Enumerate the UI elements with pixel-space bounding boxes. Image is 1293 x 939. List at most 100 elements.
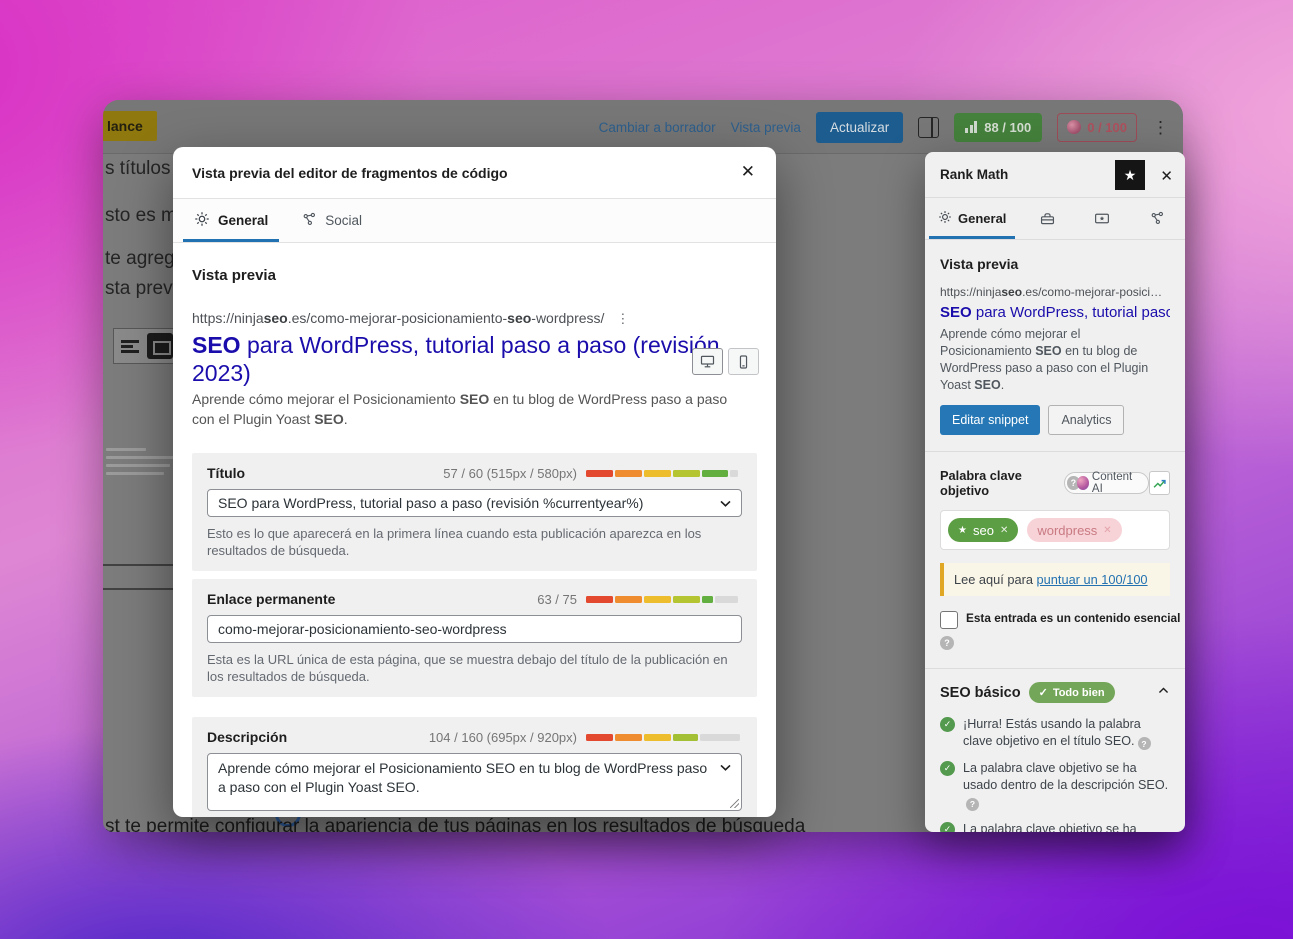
keyword-tag-label: wordpress [1037, 523, 1097, 538]
notice-text: Lee aquí para [954, 572, 1037, 587]
content-ai-score-value: 0 / 100 [1087, 120, 1127, 135]
snippet-editor-modal: Vista previa del editor de fragmentos de… [173, 147, 776, 817]
seo-basico-title: SEO básico [940, 685, 1021, 701]
editor-toolbar-right: Cambiar a borrador Vista previa Actualiz… [599, 100, 1169, 154]
enlace-input[interactable] [208, 616, 741, 642]
modal-body: Vista previa https://ninjaseo.es/como-me… [173, 243, 776, 817]
help-icon[interactable]: ? [940, 636, 954, 650]
seo-score-badge[interactable]: 88 / 100 [954, 113, 1042, 142]
tab-general[interactable]: General [177, 199, 285, 242]
descripcion-textarea[interactable]: Aprende cómo mejorar el Posicionamiento … [208, 754, 741, 810]
sidebar-header: Rank Math ★ ✕ [925, 152, 1185, 198]
help-icon[interactable]: ? [1138, 737, 1151, 750]
remove-tag-icon[interactable]: ✕ [1103, 525, 1111, 536]
serp-title: SEO para WordPress, tutorial paso a paso… [192, 331, 757, 387]
all-good-label: Todo bien [1053, 687, 1105, 699]
field-titulo: Título 57 / 60 (515px / 580px) Esto es l… [192, 453, 757, 571]
check-circle-icon: ✓ [940, 717, 955, 732]
all-good-badge: ✓ Todo bien [1029, 682, 1115, 703]
options-kebab-icon[interactable]: ⋮ [1152, 119, 1169, 136]
sidebar-serp-url: https://ninjaseo.es/como-mejorar-posici… [940, 285, 1170, 299]
bar-chart-icon [965, 121, 977, 133]
divider [103, 564, 173, 566]
edit-snippet-button[interactable]: Editar snippet [940, 405, 1040, 435]
chevron-down-icon[interactable] [718, 496, 733, 516]
check-icon: ✓ [1039, 686, 1048, 699]
titulo-input[interactable] [208, 490, 741, 516]
pillar-checkbox[interactable] [940, 611, 958, 629]
titulo-help: Esto es lo que aparecerá en la primera l… [207, 525, 742, 559]
keyword-tags-input[interactable]: ★ seo ✕ wordpress ✕ [940, 510, 1170, 550]
sidebar-tab-schema[interactable] [1075, 198, 1130, 239]
sidebar-tab-social[interactable] [1130, 198, 1185, 239]
sidebar-content: Vista previa https://ninjaseo.es/como-me… [925, 256, 1185, 832]
focus-keyword-row: Palabra clave objetivo ? Content AI [940, 468, 1170, 498]
modal-tabs: General Social [173, 199, 776, 243]
keyword-tag-seo: ★ seo ✕ [948, 518, 1018, 542]
preview-heading: Vista previa [192, 267, 757, 284]
seo-checklist: ✓ ¡Hurra! Estás usando la palabra clave … [940, 716, 1170, 832]
modal-header: Vista previa del editor de fragmentos de… [173, 147, 776, 199]
page-background: lance Cambiar a borrador Vista previa Ac… [0, 0, 1293, 939]
tab-general-label: General [218, 213, 268, 228]
balance-button[interactable]: lance [103, 111, 157, 141]
field-enlace: Enlace permanente 63 / 75 Esta es la URL… [192, 579, 757, 697]
titulo-score-bar [586, 470, 742, 477]
descripcion-input-wrap: Aprende cómo mejorar el Posicionamiento … [207, 753, 742, 811]
pillar-content-row: Esta entrada es un contenido esencial [940, 611, 1170, 629]
help-icon[interactable]: ? [966, 798, 979, 811]
field-descripcion: Descripción 104 / 160 (695px / 920px) Ap… [192, 717, 757, 817]
rank-math-sidebar: Rank Math ★ ✕ General Vista previa [925, 152, 1185, 832]
enlace-counter: 63 / 75 [537, 592, 577, 607]
enlace-score-bar [586, 596, 742, 603]
device-toggle [692, 348, 759, 375]
chevron-down-icon[interactable] [718, 760, 733, 780]
resize-handle[interactable] [730, 799, 739, 808]
preview-link[interactable]: Vista previa [731, 120, 801, 135]
trends-button[interactable] [1149, 471, 1170, 495]
sidebar-tab-toolbox[interactable] [1019, 198, 1074, 239]
keyword-tag-wordpress: wordpress ✕ [1027, 518, 1121, 542]
pillar-help-row: ? [940, 636, 1170, 650]
seo-score-value: 88 / 100 [984, 120, 1031, 135]
tab-social[interactable]: Social [285, 199, 379, 242]
content-ai-score-badge[interactable]: 0 / 100 [1057, 113, 1137, 142]
analytics-button[interactable]: Analytics [1048, 405, 1124, 435]
desktop-preview-button[interactable] [692, 348, 723, 375]
divider [925, 451, 1185, 452]
list-item: ✓ La palabra clave objetivo se ha usado … [940, 760, 1170, 811]
switch-to-draft-link[interactable]: Cambiar a borrador [599, 120, 716, 135]
titulo-counter: 57 / 60 (515px / 580px) [443, 466, 577, 481]
close-icon[interactable]: ✕ [741, 162, 755, 182]
image-block-icon[interactable] [147, 333, 173, 359]
sidebar-tabs: General [925, 198, 1185, 240]
align-icon[interactable] [121, 340, 139, 353]
descripcion-counter: 104 / 160 (695px / 920px) [429, 730, 577, 745]
pillar-label: Esta entrada es un contenido esencial [966, 611, 1180, 625]
close-icon[interactable]: ✕ [1160, 167, 1173, 185]
gear-icon [194, 211, 210, 230]
sidebar-preview-heading: Vista previa [940, 256, 1170, 272]
divider [103, 588, 173, 590]
keyword-tag-label: seo [973, 523, 994, 538]
sidebar-tab-general-label: General [958, 211, 1006, 226]
sidebar-tab-general[interactable]: General [925, 198, 1019, 239]
star-button[interactable]: ★ [1115, 160, 1145, 190]
tab-social-label: Social [325, 213, 362, 228]
content-ai-icon [1067, 120, 1081, 134]
settings-sidebar-toggle-icon[interactable] [918, 117, 939, 138]
seo-basico-header[interactable]: SEO básico ✓ Todo bien [925, 668, 1185, 703]
score-notice: Lee aquí para puntuar un 100/100 [940, 563, 1170, 596]
modal-title: Vista previa del editor de fragmentos de… [192, 165, 508, 181]
remove-tag-icon[interactable]: ✕ [1000, 525, 1008, 536]
enlace-help: Esta es la URL única de esta página, que… [207, 651, 742, 685]
sidebar-serp-title: SEO para WordPress, tutorial paso… [940, 304, 1170, 321]
sidebar-title: Rank Math [940, 167, 1008, 182]
chevron-up-icon[interactable] [1157, 684, 1170, 702]
mobile-preview-button[interactable] [728, 348, 759, 375]
content-ai-button[interactable]: ? Content AI [1064, 472, 1148, 494]
update-button[interactable]: Actualizar [816, 112, 903, 143]
titulo-label: Título [207, 465, 443, 481]
score-100-link[interactable]: puntuar un 100/100 [1037, 572, 1148, 587]
check-circle-icon: ✓ [940, 761, 955, 776]
